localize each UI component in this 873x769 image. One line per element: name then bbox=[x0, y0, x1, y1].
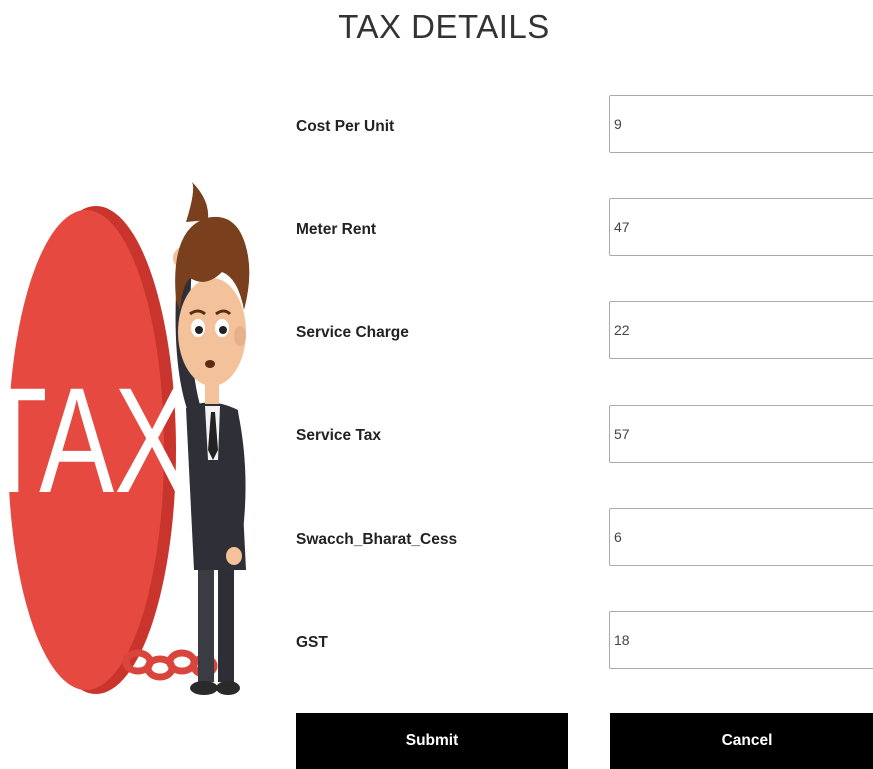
tax-burden-illustration: TAX bbox=[0, 182, 250, 695]
service-charge-input[interactable] bbox=[609, 301, 873, 359]
service-charge-label: Service Charge bbox=[296, 324, 409, 341]
cancel-button[interactable]: Cancel bbox=[610, 713, 873, 769]
service-tax-input[interactable] bbox=[609, 405, 873, 463]
gst-input[interactable] bbox=[609, 611, 873, 669]
tax-ball-icon: TAX bbox=[0, 206, 189, 694]
service-tax-label: Service Tax bbox=[296, 427, 382, 444]
cost-per-unit-label: Cost Per Unit bbox=[296, 118, 395, 135]
swacch-bharat-cess-label: Swacch_Bharat_Cess bbox=[296, 531, 458, 548]
swacch-bharat-cess-input[interactable] bbox=[609, 508, 873, 566]
tax-ball-label: TAX bbox=[0, 357, 189, 524]
cost-per-unit-input[interactable] bbox=[609, 95, 873, 153]
meter-rent-label: Meter Rent bbox=[296, 221, 377, 238]
page-title: TAX DETAILS bbox=[338, 8, 550, 45]
gst-label: GST bbox=[296, 634, 328, 651]
submit-button[interactable]: Submit bbox=[296, 713, 568, 769]
meter-rent-input[interactable] bbox=[609, 198, 873, 256]
